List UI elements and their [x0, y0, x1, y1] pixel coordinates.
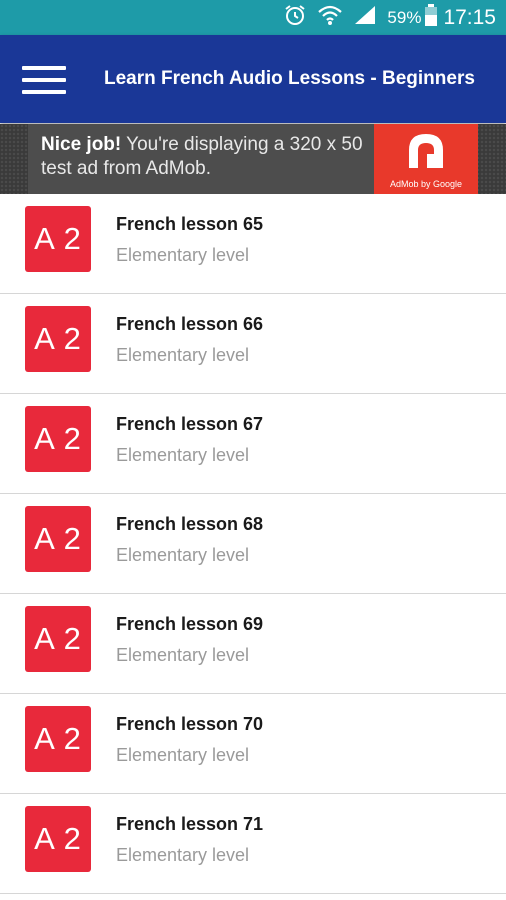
- app-title: Learn French Audio Lessons - Beginners: [104, 68, 475, 89]
- admob-caption: AdMob by Google: [389, 179, 463, 189]
- lesson-title: French lesson 66: [116, 314, 264, 334]
- lesson-level: Elementary level: [116, 545, 250, 565]
- app-bar: Learn French Audio Lessons - Beginners: [0, 35, 506, 123]
- admob-logo[interactable]: AdMob by Google: [374, 124, 478, 194]
- lesson-title: French lesson 69: [116, 614, 264, 634]
- lesson-title: French lesson 65: [116, 214, 264, 234]
- list-item[interactable]: A 2 French lesson 69 Elementary level: [0, 594, 506, 694]
- level-badge: A 2: [25, 706, 91, 772]
- lesson-level: Elementary level: [116, 345, 250, 365]
- list-item[interactable]: A 2 French lesson 70 Elementary level: [0, 694, 506, 794]
- ad-text: Nice job! You're displaying a 320 x 50 t…: [28, 124, 374, 194]
- lesson-level: Elementary level: [116, 445, 250, 465]
- ad-banner[interactable]: Nice job! You're displaying a 320 x 50 t…: [0, 124, 506, 194]
- hamburger-menu-icon[interactable]: [22, 66, 66, 94]
- list-item[interactable]: A 2 French lesson 67 Elementary level: [0, 394, 506, 494]
- lesson-level: Elementary level: [116, 845, 250, 865]
- lesson-list: A 2 French lesson 65 Elementary level A …: [0, 194, 506, 894]
- lesson-level: Elementary level: [116, 745, 250, 765]
- lesson-title: French lesson 71: [116, 814, 264, 834]
- level-badge: A 2: [25, 506, 91, 572]
- signal-icon: [353, 4, 377, 31]
- level-badge: A 2: [25, 406, 91, 472]
- lesson-level: Elementary level: [116, 245, 250, 265]
- battery-icon: [425, 4, 438, 31]
- list-item[interactable]: A 2 French lesson 68 Elementary level: [0, 494, 506, 594]
- level-badge: A 2: [25, 306, 91, 372]
- wifi-icon: [317, 3, 343, 32]
- level-badge: A 2: [25, 206, 91, 272]
- ad-content[interactable]: Nice job! You're displaying a 320 x 50 t…: [28, 124, 478, 194]
- clock: 17:15: [443, 5, 496, 29]
- battery-percentage: 59%: [387, 7, 422, 27]
- lesson-title: French lesson 67: [116, 414, 264, 434]
- alarm-icon: [283, 3, 307, 32]
- lesson-level: Elementary level: [116, 645, 250, 665]
- status-bar: 59% 17:15: [0, 0, 506, 35]
- level-badge: A 2: [25, 806, 91, 872]
- list-item[interactable]: A 2 French lesson 66 Elementary level: [0, 294, 506, 394]
- admob-icon: [405, 132, 447, 175]
- lesson-title: French lesson 68: [116, 514, 264, 534]
- list-item[interactable]: A 2 French lesson 65 Elementary level: [0, 194, 506, 294]
- list-item[interactable]: A 2 French lesson 71 Elementary level: [0, 794, 506, 894]
- ad-headline: Nice job!: [41, 134, 122, 155]
- lesson-title: French lesson 70: [116, 714, 264, 734]
- level-badge: A 2: [25, 606, 91, 672]
